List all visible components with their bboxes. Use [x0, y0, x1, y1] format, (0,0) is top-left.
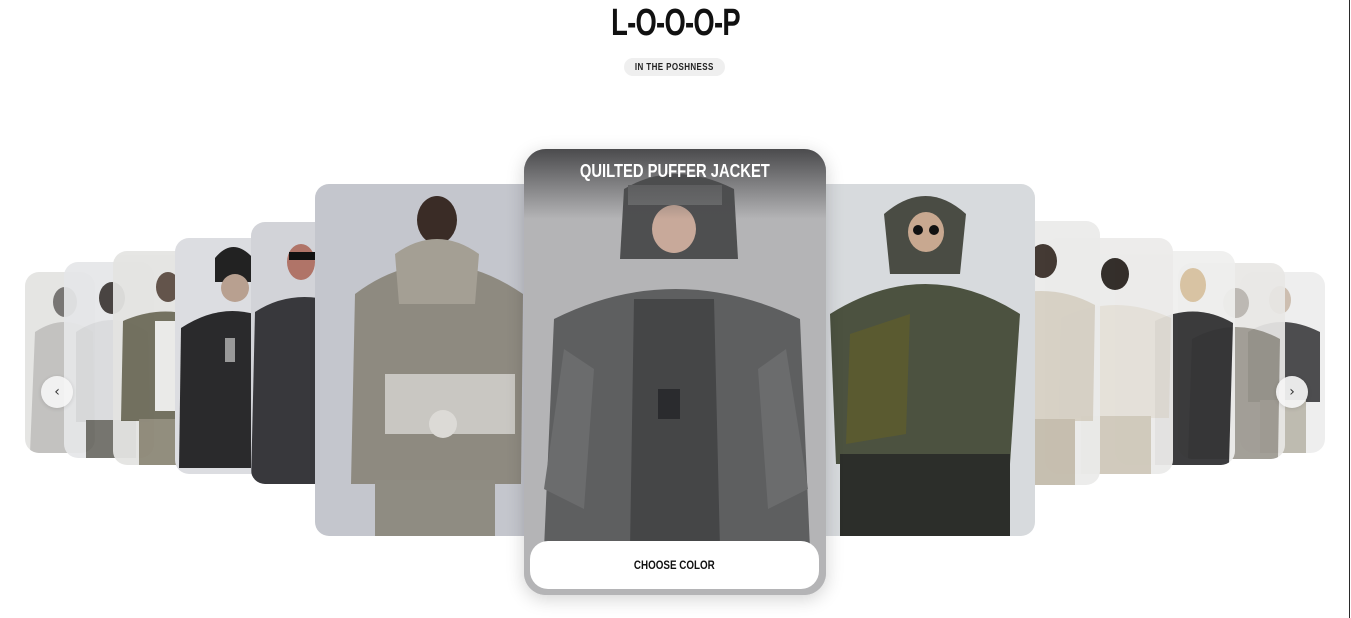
carousel-prev-button[interactable]: ‹: [41, 376, 73, 408]
model-image: [351, 196, 523, 536]
chevron-right-icon: ›: [1289, 384, 1295, 400]
carousel-card[interactable]: [810, 184, 1035, 536]
choose-color-button[interactable]: CHOOSE COLOR: [530, 541, 819, 589]
carousel-next-button[interactable]: ›: [1276, 376, 1308, 408]
brand-title: L-O-O-O-P: [611, 2, 740, 44]
carousel-card[interactable]: [315, 184, 540, 536]
chevron-left-icon: ‹: [54, 384, 60, 400]
page: L-O-O-O-P IN THE POSHNESS QUILTED PUFFER…: [0, 0, 1351, 618]
tagline-text: IN THE POSHNESS: [635, 61, 714, 73]
tagline-badge: IN THE POSHNESS: [624, 58, 725, 76]
product-title: QUILTED PUFFER JACKET: [580, 161, 770, 181]
model-image: [830, 196, 1020, 536]
window-edge: [1349, 0, 1350, 618]
title-overlay: [524, 149, 826, 219]
featured-product-card[interactable]: QUILTED PUFFER JACKET CHOOSE COLOR: [524, 149, 826, 595]
